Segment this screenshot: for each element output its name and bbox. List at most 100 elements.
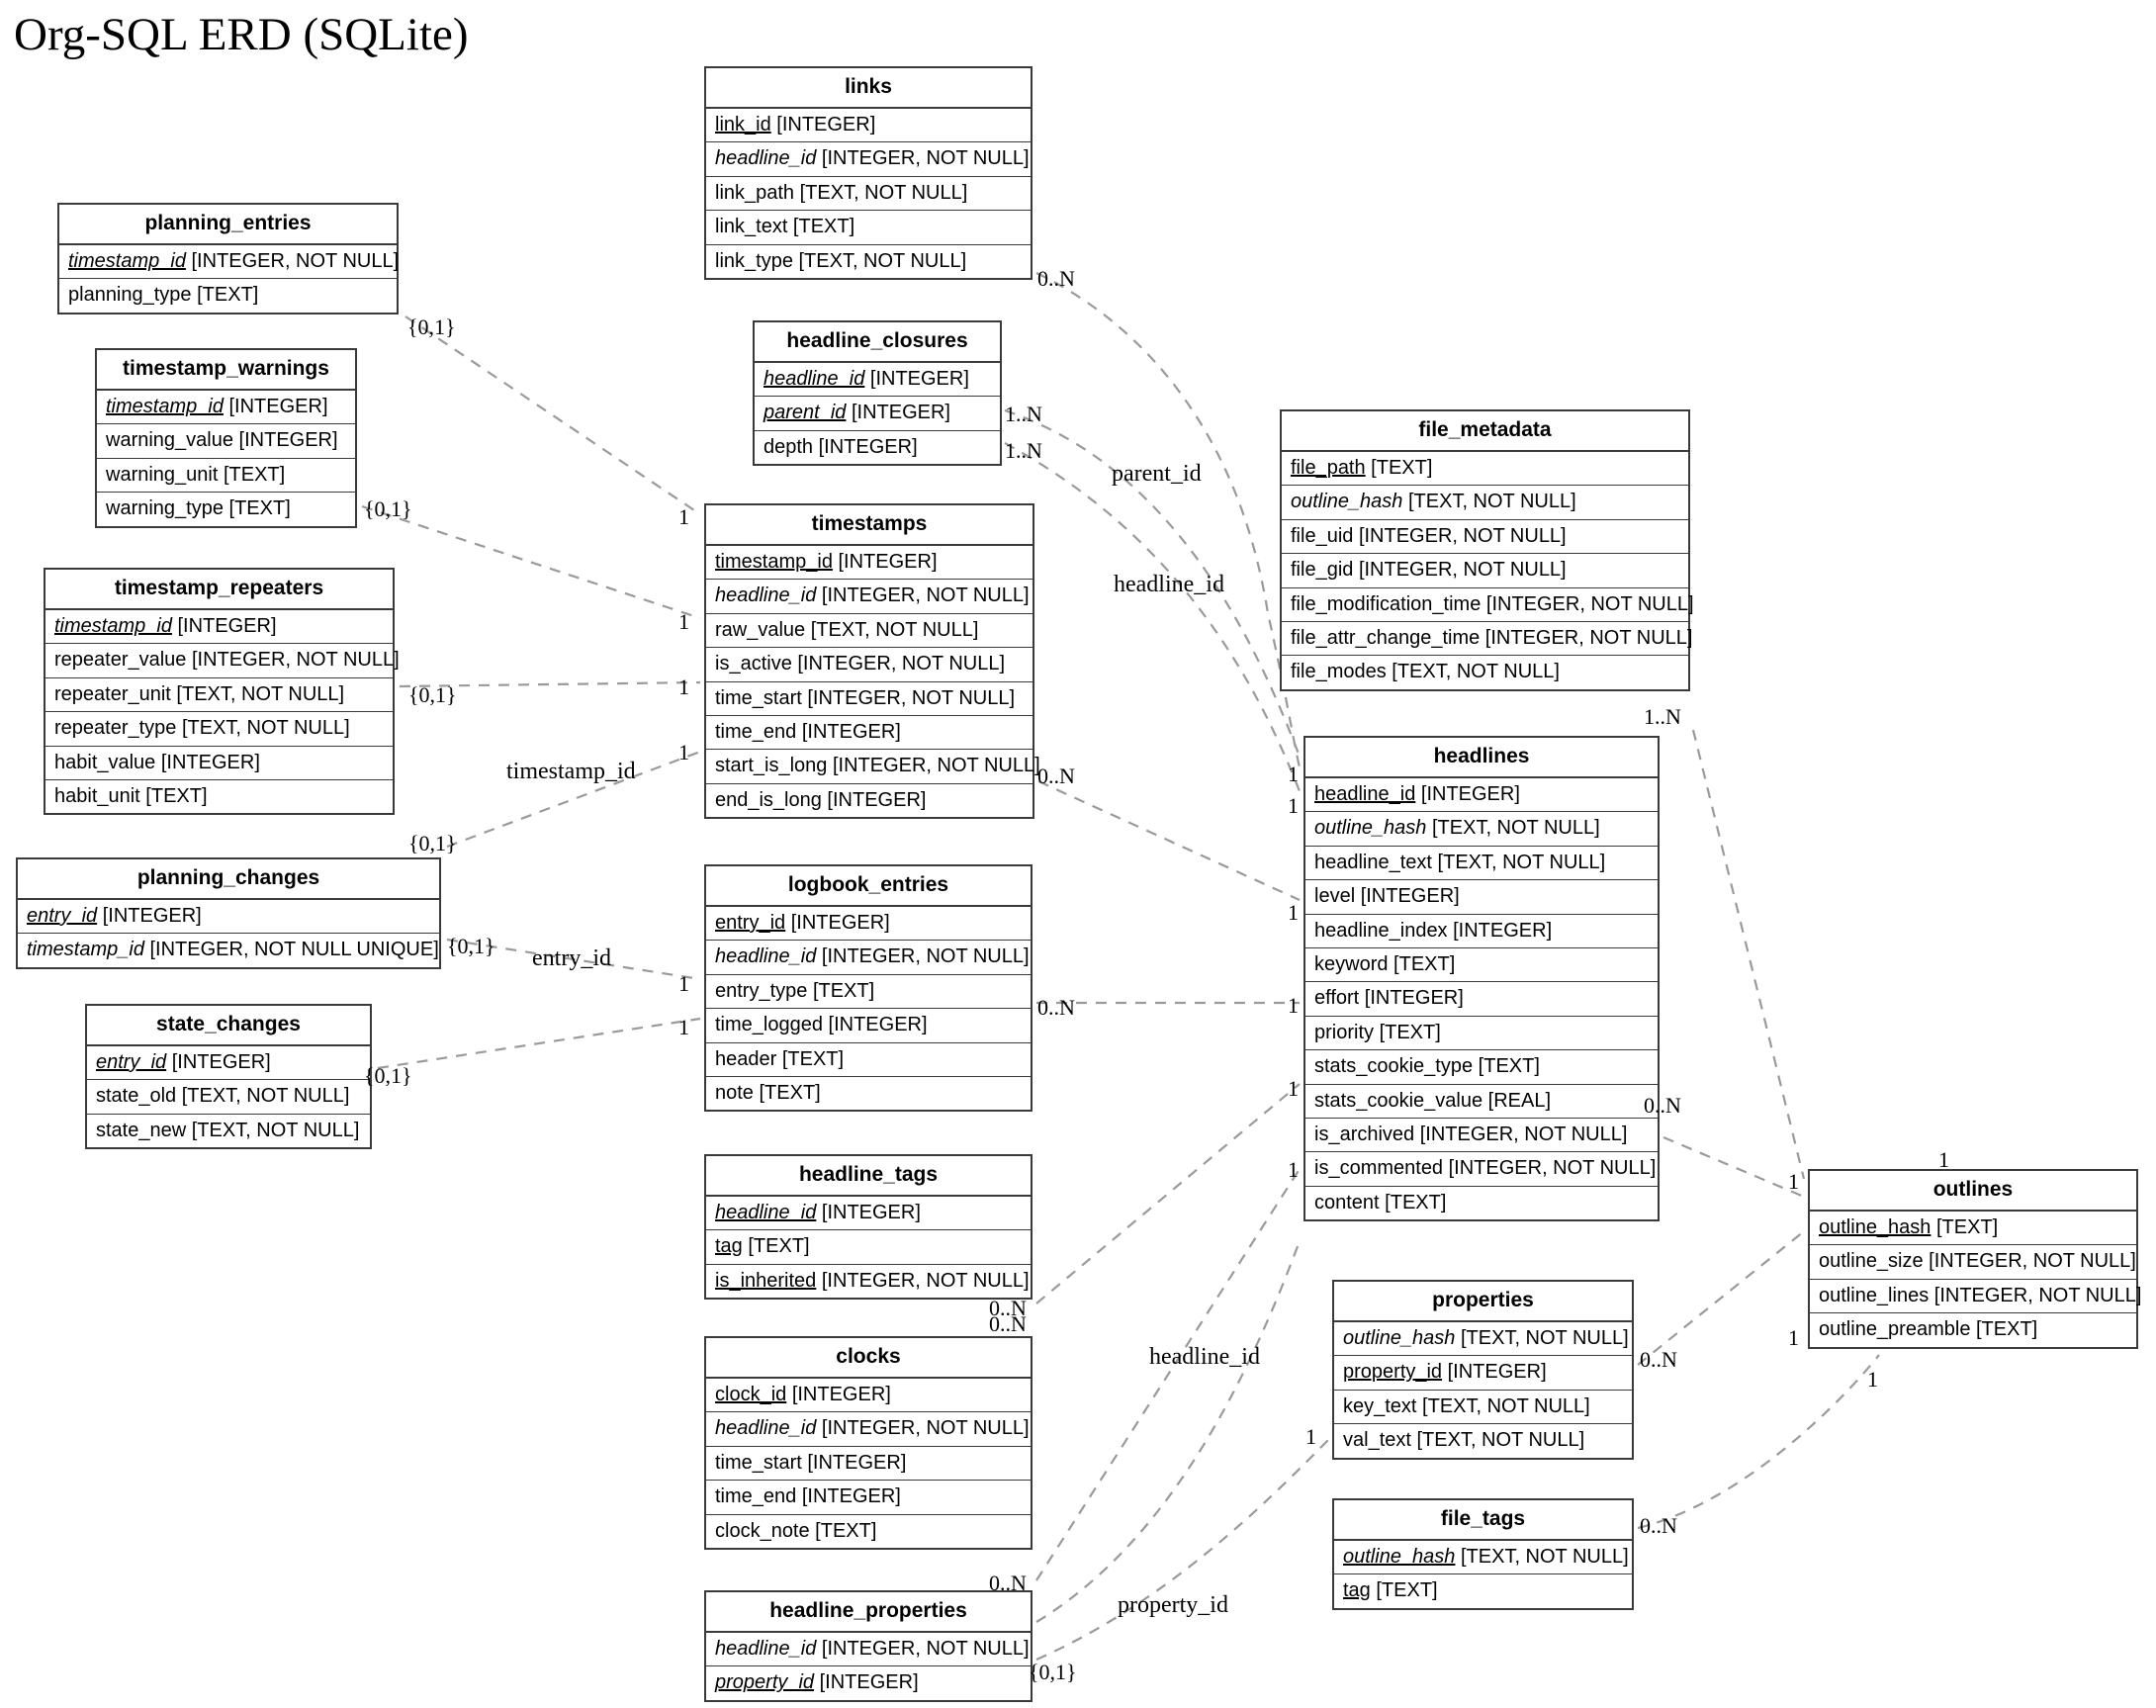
cardinality-label: 1 <box>1288 1157 1299 1182</box>
entity-attribute: depth [INTEGER] <box>764 435 918 458</box>
entity-attribute: start_is_long [INTEGER, NOT NULL] <box>706 750 1040 784</box>
cardinality-label: 1 <box>1288 993 1299 1018</box>
edge-clocks-to-headlines <box>1035 1168 1301 1581</box>
entity-name: timestamp_warnings <box>97 350 355 391</box>
entity-headlines[interactable]: headlines headline_id [INTEGER] outline_ha… <box>1303 736 1660 1222</box>
entity-attribute: file_attr_change_time [INTEGER, NOT NULL… <box>1282 622 1692 657</box>
entity-attribute: time_end [INTEGER] <box>706 716 1033 751</box>
entity-attribute: file_uid [INTEGER, NOT NULL] <box>1282 520 1688 555</box>
cardinality-label: 1..N <box>1005 438 1042 463</box>
entity-attribute: header [TEXT] <box>706 1043 1031 1077</box>
entity-attribute: entry_id [INTEGER] <box>87 1046 370 1081</box>
entity-attribute: note [TEXT] <box>715 1081 821 1104</box>
entity-attribute: timestamp_id [INTEGER, NOT NULL] <box>59 245 399 280</box>
entity-attribute: timestamp_id [INTEGER] <box>706 546 1033 581</box>
entity-attribute: content [TEXT] <box>1314 1191 1447 1214</box>
entity-attribute: timestamp_id [INTEGER, NOT NULL UNIQUE] <box>27 939 439 961</box>
entity-attribute: warning_unit [TEXT] <box>97 459 355 494</box>
entity-attribute: headline_id [INTEGER] <box>1305 778 1658 813</box>
entity-attribute: headline_text [TEXT, NOT NULL] <box>1305 847 1658 881</box>
edge-label: entry_id <box>532 945 611 971</box>
entity-attribute: headline_index [INTEGER] <box>1305 915 1658 948</box>
entity-attribute: timestamp_id [INTEGER] <box>97 391 355 425</box>
edge-headline_properties-to-headlines <box>1035 1240 1302 1623</box>
cardinality-label: 1 <box>1788 1169 1799 1194</box>
edge-headline_properties-to-properties <box>1035 1438 1330 1662</box>
edge-file_tags-to-outlines <box>1637 1354 1880 1530</box>
cardinality-label: 1 <box>678 504 689 529</box>
entity-planning_changes[interactable]: planning_changes entry_id [INTEGER] timest… <box>16 857 441 969</box>
cardinality-label: {0,1} <box>407 315 456 339</box>
cardinality-label: 1 <box>1288 1076 1299 1101</box>
entity-planning_entries[interactable]: planning_entries timestamp_id [INTEGER, N… <box>57 203 399 315</box>
entity-attribute: link_text [TEXT] <box>706 211 1031 245</box>
entity-name: headline_properties <box>706 1592 1031 1633</box>
entity-name: timestamp_repeaters <box>45 570 393 610</box>
cardinality-label: 1..N <box>1005 402 1042 426</box>
entity-attribute: headline_id [INTEGER, NOT NULL] <box>706 941 1031 975</box>
entity-attribute: entry_type [TEXT] <box>706 975 1031 1010</box>
entity-name: logbook_entries <box>706 866 1031 907</box>
edge-timestamps-to-headlines <box>1037 779 1301 902</box>
entity-attribute: outline_hash [TEXT, NOT NULL] <box>1334 1322 1632 1357</box>
entity-name: planning_entries <box>59 205 397 245</box>
cardinality-label: 1 <box>678 1015 689 1039</box>
entity-properties[interactable]: properties outline_hash [TEXT, NOT NULL] p… <box>1332 1280 1634 1460</box>
entity-attribute: habit_value [INTEGER] <box>45 747 393 780</box>
page-title: Org-SQL ERD (SQLite) <box>14 9 469 60</box>
entity-attribute: val_text [TEXT, NOT NULL] <box>1343 1429 1585 1452</box>
cardinality-label: 1 <box>1288 900 1299 925</box>
cardinality-label: 1 <box>678 740 689 764</box>
entity-name: timestamps <box>706 505 1033 546</box>
edge-headlines-to-outlines <box>1662 1135 1805 1199</box>
cardinality-label: {0,1} <box>364 496 412 521</box>
entity-attribute: headline_id [INTEGER, NOT NULL] <box>706 142 1031 177</box>
edge-state_changes-to-logbook_entries <box>377 1017 701 1070</box>
entity-state_changes[interactable]: state_changes entry_id [INTEGER] state_old… <box>85 1004 372 1150</box>
entity-logbook_entries[interactable]: logbook_entries entry_id [INTEGER] headlin… <box>704 864 1033 1113</box>
entity-file_metadata[interactable]: file_metadata file_path [TEXT] outline_has… <box>1280 409 1694 691</box>
cardinality-label: 0..N <box>1037 764 1075 788</box>
entity-attribute: timestamp_id [INTEGER] <box>45 610 393 645</box>
entity-attribute: is_archived [INTEGER, NOT NULL] <box>1305 1119 1658 1153</box>
entity-attribute: headline_id [INTEGER, NOT NULL] <box>706 580 1033 614</box>
entity-name: file_tags <box>1334 1500 1632 1541</box>
entity-name: headlines <box>1305 738 1658 778</box>
entity-name: headline_tags <box>706 1156 1031 1197</box>
entity-timestamps[interactable]: timestamps timestamp_id [INTEGER] headline… <box>704 503 1040 820</box>
entity-name: links <box>706 68 1031 109</box>
entity-attribute: file_modes [TEXT, NOT NULL] <box>1291 661 1560 683</box>
cardinality-label: 0..N <box>1037 266 1075 291</box>
entity-attribute: property_id [INTEGER] <box>1334 1356 1632 1391</box>
entity-outlines[interactable]: outlines outline_hash [TEXT] outline_size … <box>1808 1169 2141 1349</box>
entity-name: file_metadata <box>1282 411 1688 452</box>
entity-attribute: file_path [TEXT] <box>1282 452 1688 487</box>
entity-attribute: link_path [TEXT, NOT NULL] <box>706 177 1031 212</box>
entity-file_tags[interactable]: file_tags outline_hash [TEXT, NOT NULL] ta… <box>1332 1498 1634 1610</box>
entity-timestamp_repeaters[interactable]: timestamp_repeaters timestamp_id [INTEGER… <box>44 568 400 816</box>
entity-attribute: outline_lines [INTEGER, NOT NULL] <box>1810 1280 2141 1314</box>
entity-timestamp_warnings[interactable]: timestamp_warnings timestamp_id [INTEGER]… <box>95 348 357 528</box>
entity-headline_properties[interactable]: headline_properties headline_id [INTEGER,… <box>704 1590 1033 1702</box>
entity-attribute: outline_size [INTEGER, NOT NULL] <box>1810 1245 2136 1280</box>
entity-attribute: clock_id [INTEGER] <box>706 1379 1031 1413</box>
entity-attribute: raw_value [TEXT, NOT NULL] <box>706 614 1033 649</box>
entity-attribute: level [INTEGER] <box>1305 880 1658 915</box>
entity-links[interactable]: links link_id [INTEGER] headline_id [INTEG… <box>704 66 1033 280</box>
entity-attribute: headline_id [INTEGER] <box>755 363 1000 398</box>
entity-name: headline_closures <box>755 322 1000 363</box>
entity-attribute: link_type [TEXT, NOT NULL] <box>715 249 967 272</box>
entity-attribute: keyword [TEXT] <box>1305 948 1658 983</box>
cardinality-label: 0..N <box>1037 995 1075 1020</box>
entity-name: state_changes <box>87 1006 370 1046</box>
entity-attribute: outline_hash [TEXT, NOT NULL] <box>1305 812 1658 847</box>
entity-attribute: headline_id [INTEGER] <box>706 1197 1031 1231</box>
entity-headline_tags[interactable]: headline_tags headline_id [INTEGER] tag [T… <box>704 1154 1033 1301</box>
entity-clocks[interactable]: clocks clock_id [INTEGER] headline_id [INT… <box>704 1336 1033 1550</box>
entity-headline_closures[interactable]: headline_closures headline_id [INTEGER] pa… <box>753 320 1002 467</box>
cardinality-label: 1 <box>1867 1367 1878 1392</box>
cardinality-label: 0..N <box>1640 1513 1677 1538</box>
entity-attribute: file_gid [INTEGER, NOT NULL] <box>1282 554 1688 588</box>
cardinality-label: 1 <box>678 609 689 634</box>
cardinality-label: {0,1} <box>364 1063 412 1088</box>
